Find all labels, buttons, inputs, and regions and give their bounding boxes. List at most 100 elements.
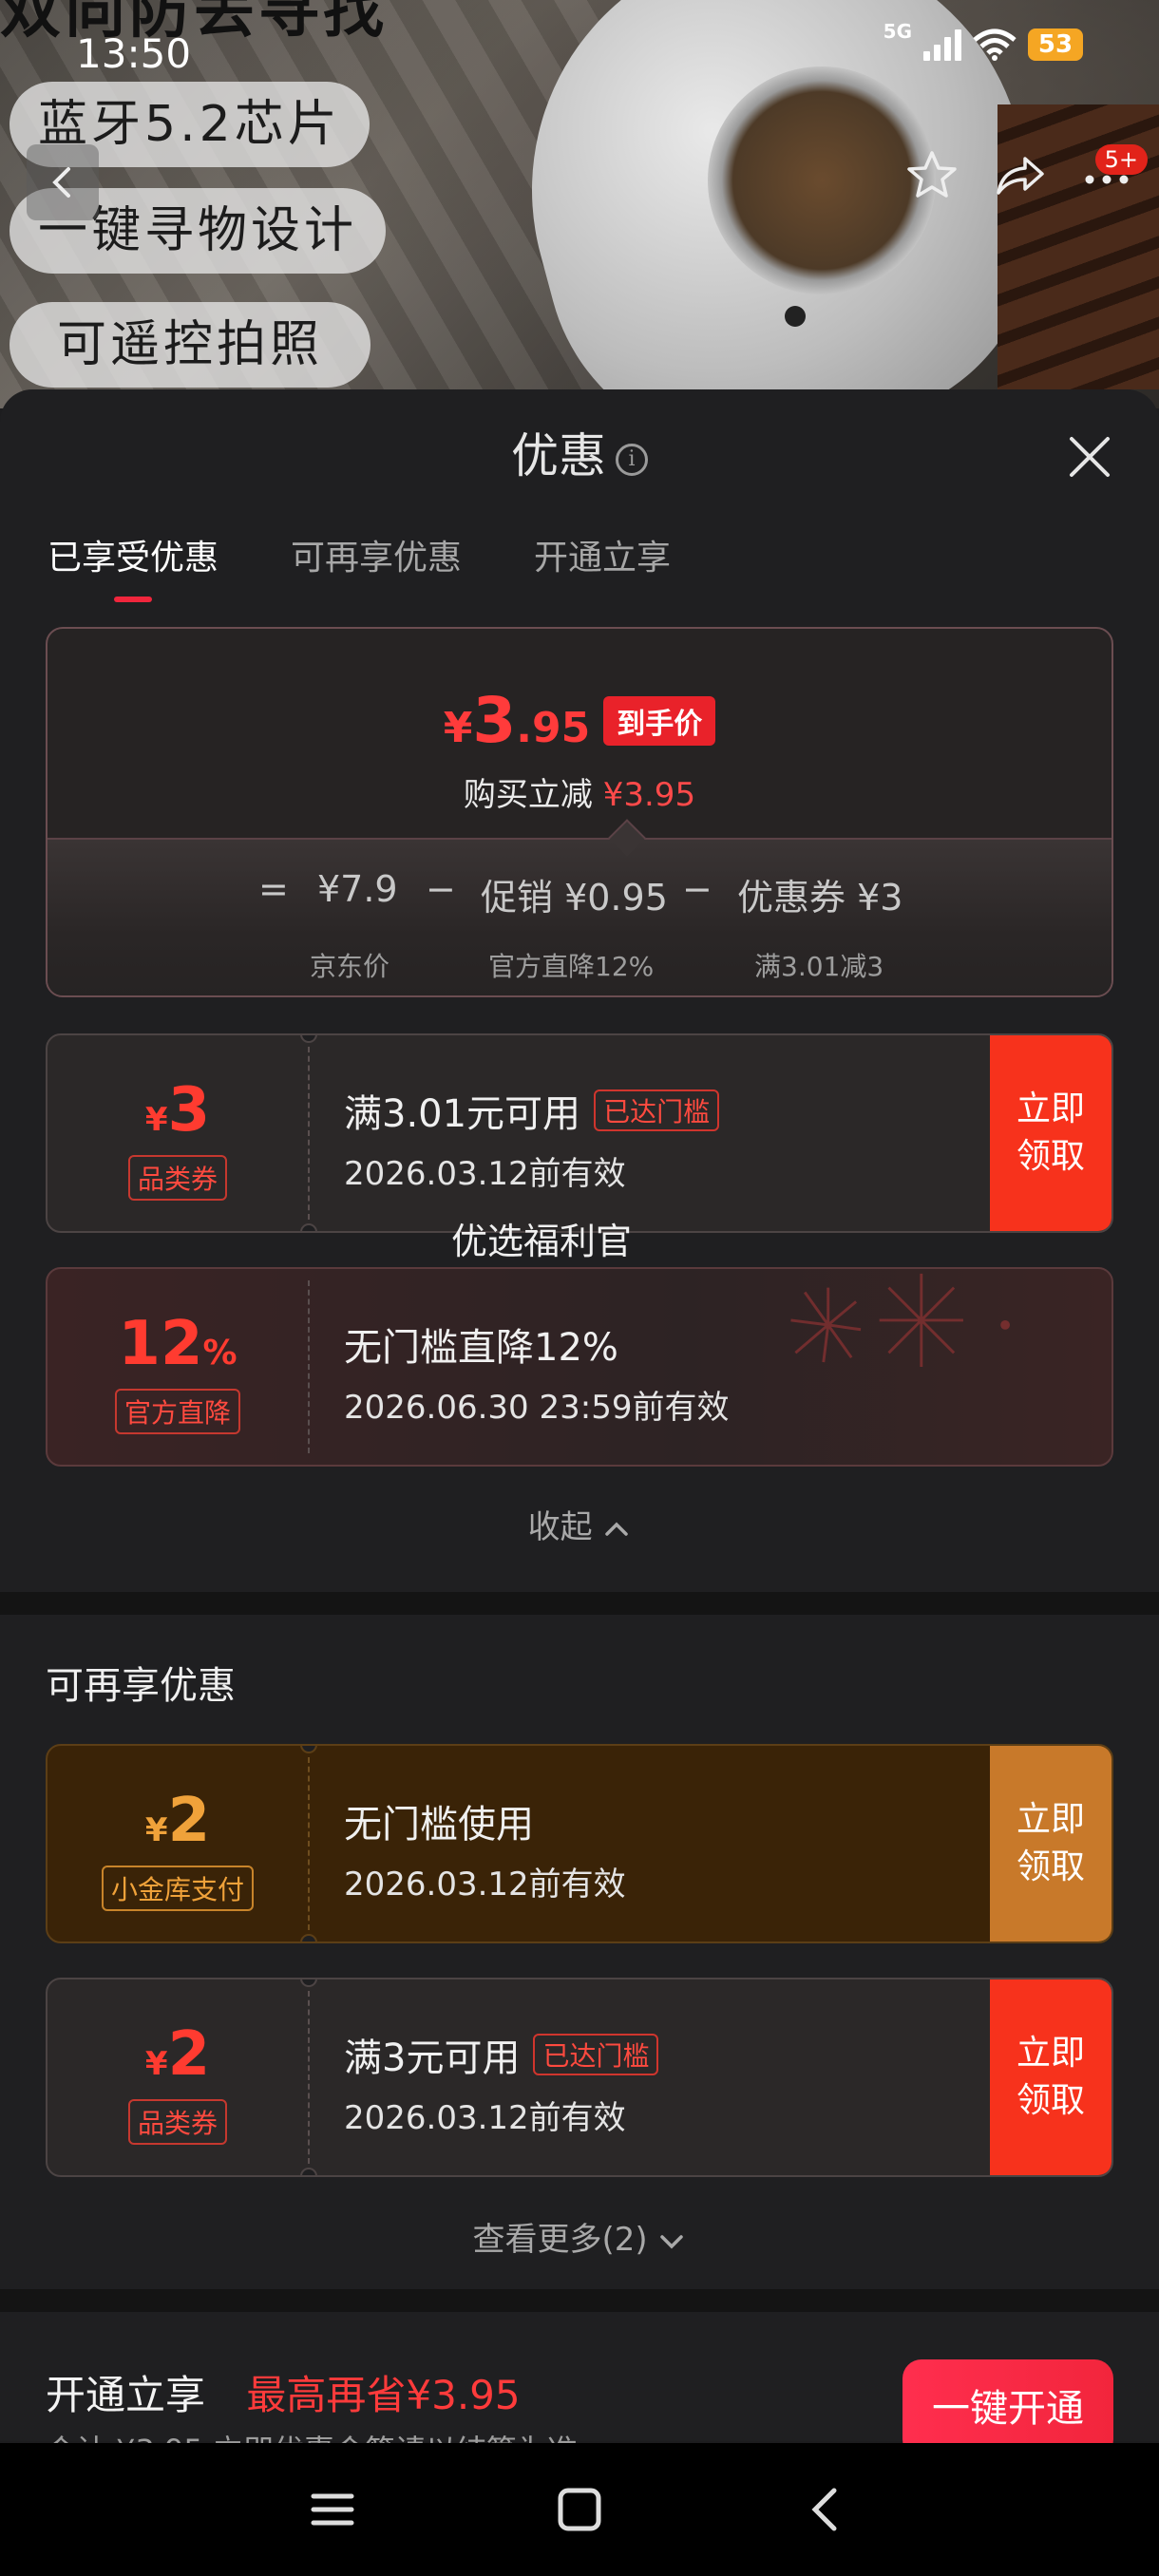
battery-indicator: 53 <box>1028 28 1083 61</box>
coupon-amount: ¥3 <box>48 1075 308 1146</box>
coupon-value: 3 <box>167 1075 211 1146</box>
coupon-type-tag: 小金库支付 <box>101 1866 255 1911</box>
star-icon <box>907 151 957 198</box>
coupon-condition: 满3.01元可用 <box>344 1092 581 1136</box>
coupon-amount-area: ¥3 品类券 <box>48 1035 308 1231</box>
coupon-notch <box>300 1934 317 1941</box>
info-icon[interactable]: i <box>616 443 648 476</box>
coupon-currency: ¥ <box>144 1811 168 1849</box>
formula-promo: 促销 ¥0.95 <box>481 877 668 919</box>
formula-coupon: 优惠券 ¥3 <box>737 877 903 919</box>
coupon-divider <box>308 1047 310 1220</box>
coupon-expiry: 2026.03.12前有效 <box>344 1155 626 1193</box>
coupon-condition: 无门槛使用 <box>344 1803 534 1847</box>
final-price-tag: 到手价 <box>603 695 716 746</box>
coupon-value: 2 <box>167 1786 211 1856</box>
price-decimal: .95 <box>516 704 591 752</box>
coupon-divider <box>308 1757 310 1930</box>
coupon-details: 满3.01元可用 已达门槛 2026.03.12前有效 <box>344 1083 720 1194</box>
final-price-value: ¥3.95 <box>444 684 591 757</box>
tab-enjoyed[interactable]: 已享受优惠 <box>48 530 218 602</box>
coupon-condition: 无门槛直降12% <box>344 1326 618 1370</box>
coupon-amount-area: ¥2 品类券 <box>48 1979 308 2175</box>
coupon-expiry: 2026.03.12前有效 <box>344 1866 626 1904</box>
tracker-button-dot <box>785 306 806 327</box>
claim-label-1: 立即 <box>1016 1800 1085 1839</box>
available-section-title: 可再享优惠 <box>46 1664 236 1708</box>
sheet-title: 优惠 <box>511 428 606 483</box>
coupon-card: ¥2 品类券 满3元可用 已达门槛 2026.03.12前有效 立即领取 <box>46 1978 1113 2177</box>
back-icon[interactable] <box>798 2481 855 2538</box>
coupon-card: ¥3 品类券 满3.01元可用 已达门槛 2026.03.12前有效 立即领取 <box>46 1033 1113 1233</box>
claim-label-2: 领取 <box>1016 1137 1085 1176</box>
membership-title-row: 开通立享 最高再省¥3.95 <box>46 2363 521 2421</box>
claim-label-2: 领取 <box>1016 2081 1085 2120</box>
share-button[interactable] <box>986 142 1053 209</box>
status-icons: 5G 53 <box>884 20 1083 61</box>
coupon-divider <box>308 1280 310 1453</box>
tab-membership[interactable]: 开通立享 <box>534 530 671 602</box>
coupon-details: 满3元可用 已达门槛 2026.03.12前有效 <box>344 2027 659 2138</box>
welfare-label: 优选福利官 <box>450 1221 632 1262</box>
coupon-expiry: 2026.03.12前有效 <box>344 2099 626 2137</box>
favorite-button[interactable] <box>899 142 965 209</box>
chevron-up-icon <box>605 1522 629 1536</box>
coupon-condition: 满3元可用 <box>344 2036 521 2080</box>
instant-discount-label: 购买立减 <box>463 776 593 814</box>
claim-label-1: 立即 <box>1016 2034 1085 2073</box>
formula-equals: = <box>258 868 289 910</box>
instant-discount-amount: ¥3.95 <box>602 776 696 814</box>
system-nav-bar <box>0 2443 1159 2576</box>
fireworks-decoration <box>790 1273 1010 1367</box>
menu-icon[interactable] <box>304 2481 361 2538</box>
formula-minus-2: − <box>682 868 712 910</box>
discount-percent-value: 12 <box>118 1309 203 1379</box>
coupon-currency: ¥ <box>144 1101 168 1139</box>
coupon-type-tag: 品类券 <box>127 1155 228 1201</box>
claim-button[interactable]: 立即 领取 <box>990 1979 1112 2175</box>
discount-tabs: 已享受优惠 可再享优惠 开通立享 <box>48 530 671 602</box>
chevron-down-icon <box>660 2234 684 2248</box>
see-more-button[interactable]: 查看更多(2) <box>0 2213 1159 2260</box>
message-badge: 5+ <box>1094 144 1148 175</box>
feature-pill-remote-photo: 可遥控拍照 <box>10 302 371 388</box>
coupon-divider <box>308 1991 310 2164</box>
price-formula: = ¥7.9 − 促销 ¥0.95 − 优惠券 ¥3 京东价 官方直降12% 满… <box>48 838 1112 995</box>
membership-highlight: 最高再省¥3.95 <box>246 2372 521 2418</box>
back-button[interactable] <box>27 144 99 220</box>
network-type: 5G <box>883 20 912 43</box>
claim-label-1: 立即 <box>1016 1089 1085 1128</box>
section-divider <box>0 1592 1159 1615</box>
collapse-button[interactable]: 收起 <box>0 1501 1159 1547</box>
coupon-amount-area: 12% 官方直降 <box>48 1269 308 1465</box>
wifi-icon <box>973 28 1016 61</box>
banner-title: 双向防丢寻找 <box>0 0 388 47</box>
instant-discount: 购买立减 ¥3.95 <box>48 768 1112 815</box>
final-price-area: ¥3.95 到手价 购买立减 ¥3.95 <box>48 629 1112 838</box>
home-icon[interactable] <box>551 2481 608 2538</box>
price-currency: ¥ <box>443 704 473 752</box>
collapse-label: 收起 <box>527 1508 593 1546</box>
signal-icon <box>923 28 961 61</box>
coupon-expiry: 2026.06.30 23:59前有效 <box>344 1389 730 1427</box>
price-breakdown-card: ¥3.95 到手价 购买立减 ¥3.95 = ¥7.9 − 促销 ¥0.95 −… <box>46 627 1113 997</box>
close-icon[interactable] <box>1058 426 1121 488</box>
price-integer: 3 <box>472 684 517 757</box>
chevron-left-icon <box>52 167 70 198</box>
coupon-amount: ¥2 <box>48 2019 308 2090</box>
section-divider <box>0 2289 1159 2312</box>
coupon-details: 无门槛使用 2026.03.12前有效 <box>344 1793 626 1904</box>
jd-price-label: 京东价 <box>310 951 390 982</box>
official-discount-card: 12% 官方直降 无门槛直降12% 2026.06.30 23:59前有效 <box>46 1267 1113 1467</box>
tab-available[interactable]: 可再享优惠 <box>291 530 462 602</box>
see-more-label: 查看更多(2) <box>472 2221 648 2259</box>
claim-button[interactable]: 立即 领取 <box>990 1746 1112 1941</box>
claim-label-2: 领取 <box>1016 1847 1085 1886</box>
membership-title: 开通立享 <box>46 2372 206 2418</box>
coupon-amount: ¥2 <box>48 1786 308 1856</box>
coupon-type-tag: 品类券 <box>127 2099 228 2145</box>
share-icon <box>997 157 1044 195</box>
claim-button[interactable]: 立即 领取 <box>990 1035 1112 1231</box>
coupon-label: 满3.01减3 <box>754 951 884 982</box>
discount-percent-unit: % <box>202 1334 238 1373</box>
